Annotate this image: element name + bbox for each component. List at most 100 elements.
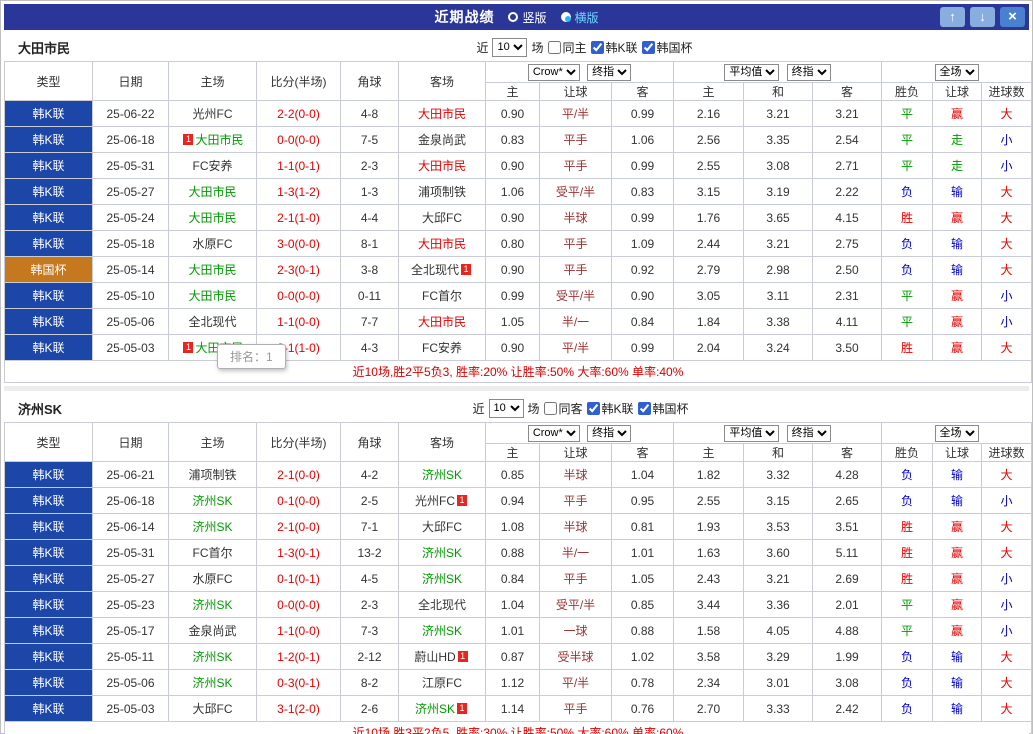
euro-draw-odds-cell: 3.65 <box>743 204 813 231</box>
close-button[interactable]: × <box>1000 7 1025 27</box>
corners-cell: 2-3 <box>340 591 399 618</box>
sub-col-asian-home: 主 <box>485 443 540 462</box>
handicap-result-cell: 赢 <box>932 100 982 127</box>
col-away: 客场 <box>398 61 486 101</box>
match-rows: 韩K联 25-06-22 光州FC 2-2(0-0) 4-8 大田市民 0.90 平/半 0.9… <box>4 100 1032 361</box>
league-type-cell: 韩K联 <box>4 152 93 179</box>
team-label: 大邱FC <box>422 520 462 534</box>
team-label: 蔚山HD <box>414 650 456 664</box>
average-odds-select[interactable]: 平均值 <box>724 424 780 442</box>
euro-final-odds-select[interactable]: 终指 <box>786 424 831 442</box>
sub-col-handicap: 让球 <box>539 82 612 101</box>
corners-cell: 4-5 <box>340 565 399 592</box>
korean-cup-option[interactable]: 韩国杯 <box>637 400 689 417</box>
results-table: 类型 日期 主场 比分(半场) 角球 客场 Crow* 终指 平均值 终指 全场… <box>4 61 1032 383</box>
date-cell: 25-06-18 <box>92 126 169 153</box>
kleague-option[interactable]: 韩K联 <box>590 39 638 56</box>
handicap-result-cell: 赢 <box>932 617 982 644</box>
same-venue-checkbox[interactable] <box>547 40 561 54</box>
home-team-cell: 全北现代 <box>168 308 257 335</box>
euro-away-odds-cell: 4.28 <box>812 461 882 488</box>
team-label: 金泉尚武 <box>417 133 466 147</box>
same-venue-option[interactable]: 同客 <box>543 400 583 417</box>
goals-result-cell: 大 <box>981 669 1032 696</box>
layout-radio-horizontal[interactable]: 横版 <box>560 9 599 26</box>
full-match-select[interactable]: 全场 <box>934 63 979 81</box>
asian-odds-group: Crow* 终指 <box>485 422 674 444</box>
home-team-cell: FC安养 <box>168 152 257 179</box>
handicap-cell: 平手 <box>539 126 612 153</box>
date-cell: 25-05-03 <box>92 334 169 361</box>
team-label: 济州SK <box>192 520 233 534</box>
recent-count-select[interactable]: 10 <box>492 37 528 57</box>
match-row: 韩国杯 25-05-14 大田市民 2-3(0-1) 3-8 全北现代 1 0.90 平手 0.9… <box>4 256 1032 283</box>
asian-away-odds-cell: 0.99 <box>611 100 674 127</box>
same-venue-option[interactable]: 同主 <box>547 39 587 56</box>
match-row: 韩K联 25-06-18 1 大田市民 0-0(0-0) 7-5 金泉尚武 0.83 平手 1.0… <box>4 126 1032 153</box>
average-odds-select[interactable]: 平均值 <box>724 63 780 81</box>
match-result-cell: 胜 <box>881 539 933 566</box>
league-type-cell: 韩K联 <box>4 513 93 540</box>
euro-away-odds-cell: 2.01 <box>812 591 882 618</box>
date-cell: 25-05-06 <box>92 308 169 335</box>
match-result-cell: 胜 <box>881 204 933 231</box>
kleague-option[interactable]: 韩K联 <box>586 400 634 417</box>
handicap-cell: 受半球 <box>539 643 612 670</box>
korean-cup-checkbox[interactable] <box>637 401 651 415</box>
bookmaker-select[interactable]: Crow* <box>527 63 580 81</box>
euro-draw-odds-cell: 3.53 <box>743 513 813 540</box>
kleague-checkbox[interactable] <box>586 401 600 415</box>
asian-away-odds-cell: 1.09 <box>611 230 674 257</box>
col-score: 比分(半场) <box>256 422 341 462</box>
corners-cell: 3-8 <box>340 256 399 283</box>
euro-odds-group: 平均值 终指 <box>673 422 882 444</box>
up-arrow-icon: ↑ <box>949 9 956 24</box>
euro-away-odds-cell: 3.50 <box>812 334 882 361</box>
asian-final-odds-select[interactable]: 终指 <box>587 63 632 81</box>
bookmaker-select[interactable]: Crow* <box>527 424 580 442</box>
goals-result-cell: 大 <box>981 230 1032 257</box>
korean-cup-option[interactable]: 韩国杯 <box>641 39 693 56</box>
handicap-cell: 平手 <box>539 256 612 283</box>
recent-count-select[interactable]: 10 <box>488 398 524 418</box>
asian-home-odds-cell: 1.12 <box>485 669 540 696</box>
radio-circle-icon <box>508 12 519 22</box>
team-label: 全北现代 <box>410 263 459 277</box>
sub-col-result: 胜负 <box>881 443 933 462</box>
asian-away-odds-cell: 0.95 <box>611 487 674 514</box>
goals-result-cell: 小 <box>981 126 1032 153</box>
full-match-select[interactable]: 全场 <box>934 424 979 442</box>
section-home-team: 大田市民 近 10 场 同主 韩K联 韩国杯 类型 日期 主场 比分(半场) 角… <box>4 33 1032 383</box>
league-type-cell: 韩K联 <box>4 565 93 592</box>
euro-away-odds-cell: 2.31 <box>812 282 882 309</box>
same-venue-checkbox[interactable] <box>543 401 557 415</box>
euro-home-odds-cell: 1.82 <box>673 461 744 488</box>
asian-home-odds-cell: 0.90 <box>485 334 540 361</box>
date-cell: 25-05-14 <box>92 256 169 283</box>
move-down-button[interactable]: ↓ <box>970 7 995 27</box>
match-result-cell: 负 <box>881 487 933 514</box>
handicap-result-cell: 赢 <box>932 539 982 566</box>
away-team-cell: 济州SK <box>398 617 486 644</box>
home-team-cell: 济州SK <box>168 591 257 618</box>
korean-cup-checkbox[interactable] <box>641 40 655 54</box>
team-label: 大田市民 <box>417 159 466 173</box>
asian-home-odds-cell: 0.87 <box>485 643 540 670</box>
asian-final-odds-select[interactable]: 终指 <box>587 424 632 442</box>
team-label: FC首尔 <box>422 289 462 303</box>
euro-draw-odds-cell: 3.21 <box>743 230 813 257</box>
euro-draw-odds-cell: 3.19 <box>743 178 813 205</box>
euro-final-odds-select[interactable]: 终指 <box>786 63 831 81</box>
euro-away-odds-cell: 2.54 <box>812 126 882 153</box>
kleague-checkbox[interactable] <box>590 40 604 54</box>
goals-result-cell: 小 <box>981 565 1032 592</box>
asian-away-odds-cell: 1.01 <box>611 539 674 566</box>
handicap-cell: 半/一 <box>539 308 612 335</box>
asian-home-odds-cell: 0.90 <box>485 100 540 127</box>
away-team-cell: 大邱FC <box>398 204 486 231</box>
sub-col-asian-away: 客 <box>611 82 674 101</box>
near-label: 近 <box>472 401 485 416</box>
move-up-button[interactable]: ↑ <box>940 7 965 27</box>
team-label: 大田市民 <box>417 107 466 121</box>
layout-radio-vertical[interactable]: 竖版 <box>508 9 547 26</box>
